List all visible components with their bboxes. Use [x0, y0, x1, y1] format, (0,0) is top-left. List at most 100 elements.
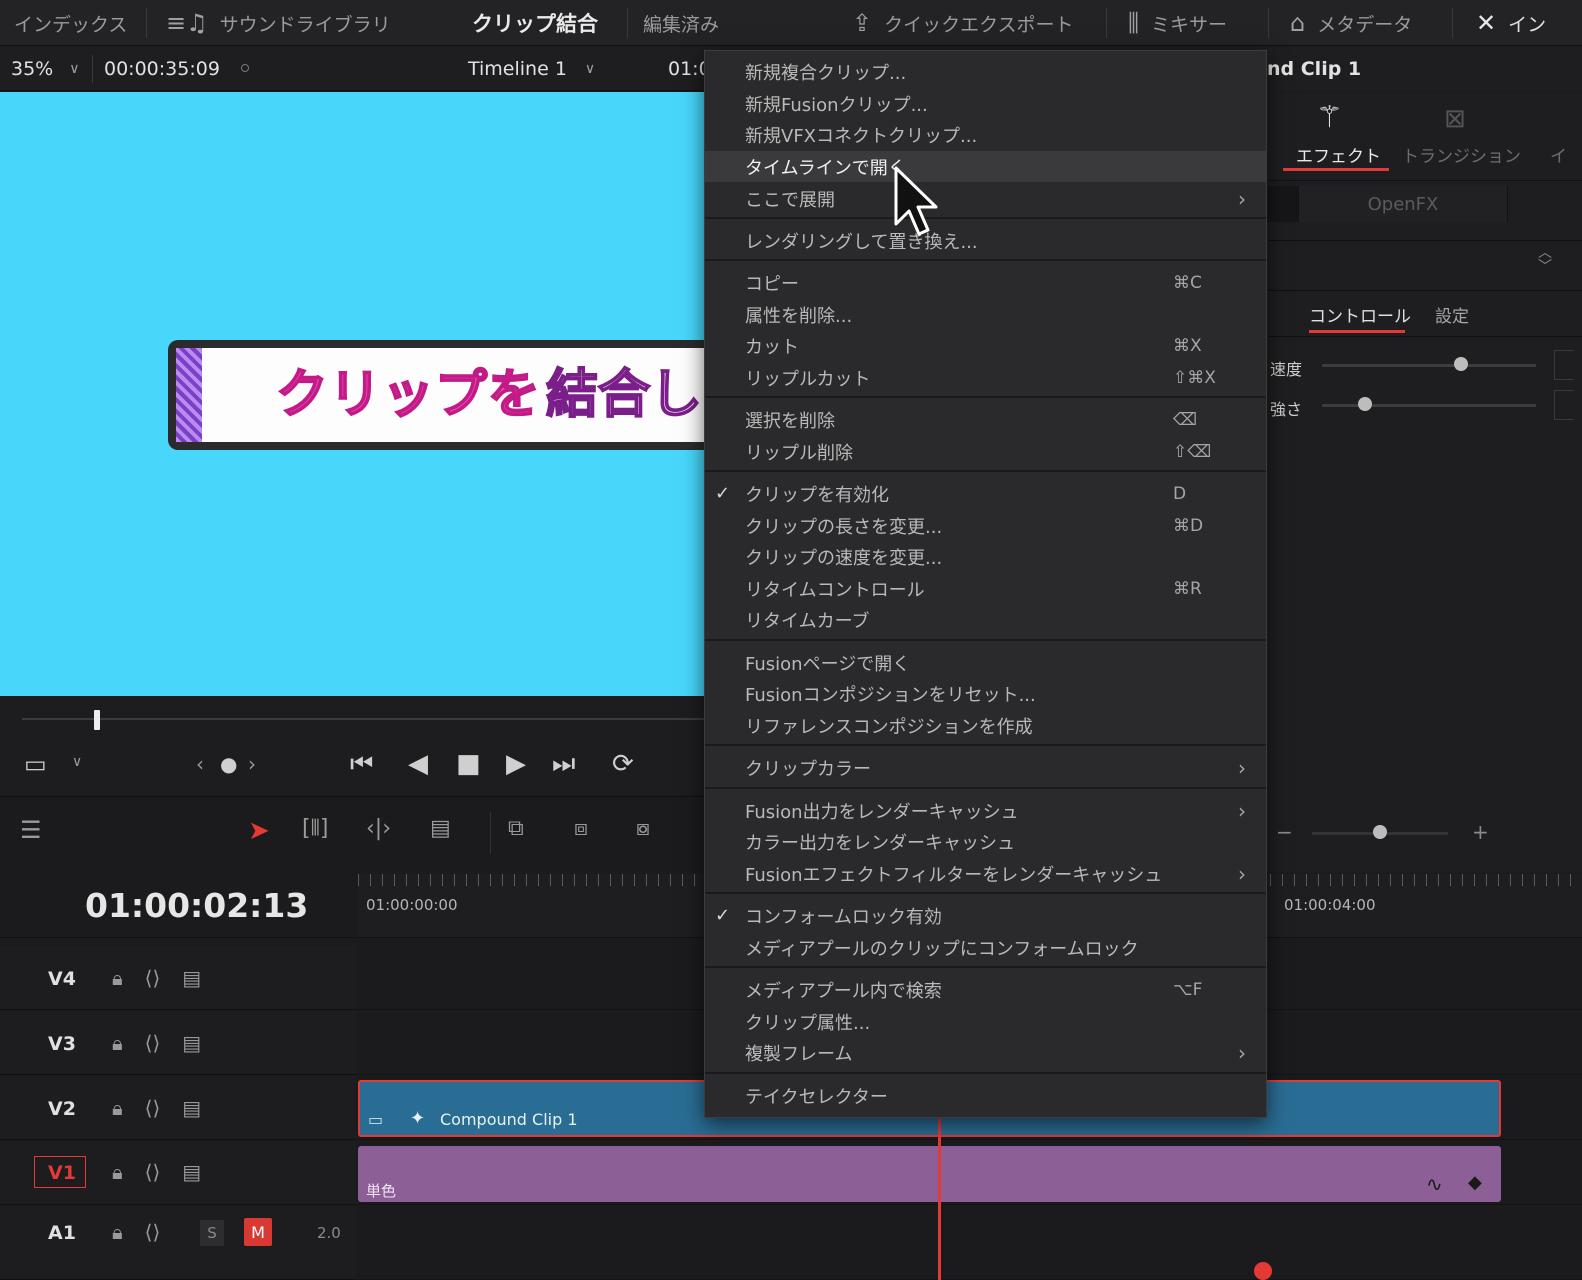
menu-item[interactable]: ✓ コンフォームロック有効 — [705, 900, 1266, 931]
menu-item[interactable]: Fusionエフェクトフィルターをレンダーキャッシュ › — [705, 858, 1266, 889]
auto-select-icon[interactable]: ⟨⟩ — [145, 966, 161, 990]
jog-dot-icon[interactable]: ● — [220, 752, 237, 776]
trim-tool-icon[interactable]: [⫴] — [302, 816, 328, 841]
viewer-canvas[interactable]: クリップを 結合し — [0, 92, 706, 696]
go-to-start-icon[interactable]: ⏮ — [350, 749, 373, 780]
strength-value-field[interactable] — [1554, 390, 1574, 420]
menu-item[interactable]: メディアプールのクリップにコンフォームロック — [705, 932, 1266, 963]
menu-item[interactable]: カット ⌘X — [705, 330, 1266, 361]
speed-slider-track[interactable] — [1322, 364, 1536, 367]
menu-item[interactable]: メディアプール内で検索 ⌥F — [705, 974, 1266, 1005]
sound-library-button[interactable]: ≡♫ サウンドライブラリ — [166, 0, 391, 46]
auto-select-icon[interactable]: ⟨⟩ — [145, 1096, 161, 1120]
insert-clip-icon[interactable]: ⧉ — [508, 816, 524, 841]
metadata-button[interactable]: ⌂ メタデータ — [1290, 0, 1412, 46]
play-icon[interactable]: ▶ — [506, 749, 526, 779]
replace-clip-icon[interactable]: ⧇ — [636, 816, 650, 841]
track-visibility-icon[interactable]: ▤ — [182, 1096, 201, 1120]
loop-icon[interactable]: ⟳ — [612, 749, 634, 779]
menu-item[interactable]: カラー出力をレンダーキャッシュ — [705, 826, 1266, 857]
go-to-end-icon[interactable]: ⏭ — [552, 749, 575, 780]
stop-icon[interactable]: ■ — [456, 749, 481, 779]
subtab-control[interactable]: コントロール — [1309, 302, 1411, 327]
tab-effects[interactable]: エフェクト — [1296, 142, 1381, 167]
scrubber-handle[interactable] — [94, 710, 100, 730]
selection-tool-icon[interactable]: ➤ — [248, 816, 270, 846]
menu-item[interactable]: クリップ属性... — [705, 1006, 1266, 1037]
mute-button[interactable]: M — [244, 1218, 272, 1246]
step-back-icon[interactable]: ◀ — [408, 749, 428, 779]
menu-item[interactable]: クリップカラー › — [705, 752, 1266, 783]
menu-item[interactable]: 新規VFXコネクトクリップ... — [705, 119, 1266, 150]
auto-select-icon[interactable]: ⟨⟩ — [145, 1220, 161, 1244]
menu-item[interactable]: コピー ⌘C — [705, 267, 1266, 298]
auto-select-icon[interactable]: ⟨⟩ — [145, 1031, 161, 1055]
menu-item[interactable]: 新規複合クリップ... — [705, 56, 1266, 87]
zoom-out-icon[interactable]: − — [1276, 820, 1293, 844]
menu-item[interactable]: ✓ クリップを有効化 D — [705, 478, 1266, 509]
tab-segment[interactable] — [1266, 186, 1298, 222]
menu-item[interactable]: リファレンスコンポジションを作成 — [705, 710, 1266, 741]
menu-item[interactable]: Fusion出力をレンダーキャッシュ › — [705, 795, 1266, 826]
scrubber-track[interactable] — [22, 718, 706, 720]
menu-item[interactable]: タイムラインで開く — [705, 151, 1266, 182]
playhead[interactable] — [938, 1118, 941, 1280]
tab-transitions[interactable]: トランジション — [1402, 142, 1521, 167]
menu-item[interactable]: クリップの速度を変更... — [705, 541, 1266, 572]
strength-slider-track[interactable] — [1322, 404, 1536, 407]
menu-item[interactable]: リタイムコントロール ⌘R — [705, 573, 1266, 604]
subtab-settings[interactable]: 設定 — [1435, 302, 1469, 327]
tab-partial[interactable]: イ — [1550, 142, 1567, 167]
timeline-options-icon[interactable]: ☰ — [20, 816, 42, 844]
chevron-down-icon[interactable]: ∨ — [72, 754, 82, 770]
curve-icon[interactable]: ∿ — [1426, 1172, 1443, 1196]
lock-icon[interactable]: 🔒︎ — [112, 966, 123, 990]
jog-right-icon[interactable]: › — [248, 752, 256, 776]
dynamic-trim-icon[interactable]: ‹|› — [366, 816, 391, 841]
menu-item[interactable]: Fusionコンポジションをリセット... — [705, 678, 1266, 709]
quick-export-button[interactable]: ⇪ クイックエクスポート — [852, 0, 1074, 46]
speed-slider-knob[interactable] — [1454, 357, 1469, 371]
zoom-dropdown[interactable]: 35% ∨ — [11, 47, 79, 91]
menu-item[interactable]: リップル削除 ⇧⌫ — [705, 436, 1266, 467]
jog-left-icon[interactable]: ‹ — [196, 752, 204, 776]
keyframe-icon[interactable]: ◆ — [1468, 1172, 1482, 1193]
menu-item[interactable]: 複製フレーム › — [705, 1037, 1266, 1068]
auto-select-icon[interactable]: ⟨⟩ — [145, 1160, 161, 1184]
mixer-button[interactable]: ⫼ ミキサー — [1128, 0, 1227, 46]
menu-item[interactable]: テイクセレクター — [705, 1080, 1266, 1111]
lock-icon[interactable]: 🔒︎ — [112, 1220, 123, 1244]
speed-value-field[interactable] — [1554, 350, 1574, 380]
solo-button[interactable]: S — [200, 1220, 224, 1246]
solid-color-clip[interactable] — [358, 1146, 1501, 1202]
expand-collapse-icon[interactable]: ︿ ﹀ — [1538, 246, 1552, 274]
track-lane-a1[interactable] — [358, 1206, 1582, 1280]
timeline-zoom-knob[interactable] — [1373, 825, 1387, 839]
menu-item[interactable]: 新規Fusionクリップ... — [705, 88, 1266, 119]
openfx-tab[interactable]: OpenFX — [1298, 186, 1508, 222]
menu-item[interactable]: 属性を削除... — [705, 299, 1266, 330]
lock-icon[interactable]: 🔒︎ — [112, 1096, 123, 1120]
viewer-mode-icon[interactable]: ▭ — [24, 750, 47, 778]
menu-item[interactable]: リップルカット ⇧⌘X — [705, 362, 1266, 393]
menu-item[interactable]: クリップの長さを変更... ⌘D — [705, 510, 1266, 541]
marker-dot[interactable] — [1254, 1262, 1272, 1280]
lock-icon[interactable]: 🔒︎ — [112, 1031, 123, 1055]
blade-tool-icon[interactable]: ▤ — [430, 816, 451, 841]
track-visibility-icon[interactable]: ▤ — [182, 1160, 201, 1184]
timeline-selector[interactable]: Timeline 1 ∨ — [468, 47, 595, 91]
menu-item[interactable]: 選択を削除 ⌫ — [705, 404, 1266, 435]
track-visibility-icon[interactable]: ▤ — [182, 966, 201, 990]
inspector-button[interactable]: ✕ イン — [1476, 0, 1546, 46]
overwrite-clip-icon[interactable]: ⧈ — [574, 816, 588, 841]
menu-item[interactable]: レンダリングして置き換え... — [705, 225, 1266, 256]
strength-slider-knob[interactable] — [1357, 397, 1372, 411]
index-button[interactable]: インデックス — [14, 0, 127, 46]
menu-item[interactable]: ここで展開 › — [705, 183, 1266, 214]
menu-separator — [705, 259, 1266, 261]
menu-item[interactable]: Fusionページで開く — [705, 647, 1266, 678]
lock-icon[interactable]: 🔒︎ — [112, 1160, 123, 1184]
track-visibility-icon[interactable]: ▤ — [182, 1031, 201, 1055]
menu-item[interactable]: リタイムカーブ — [705, 604, 1266, 635]
zoom-in-icon[interactable]: + — [1472, 820, 1489, 844]
